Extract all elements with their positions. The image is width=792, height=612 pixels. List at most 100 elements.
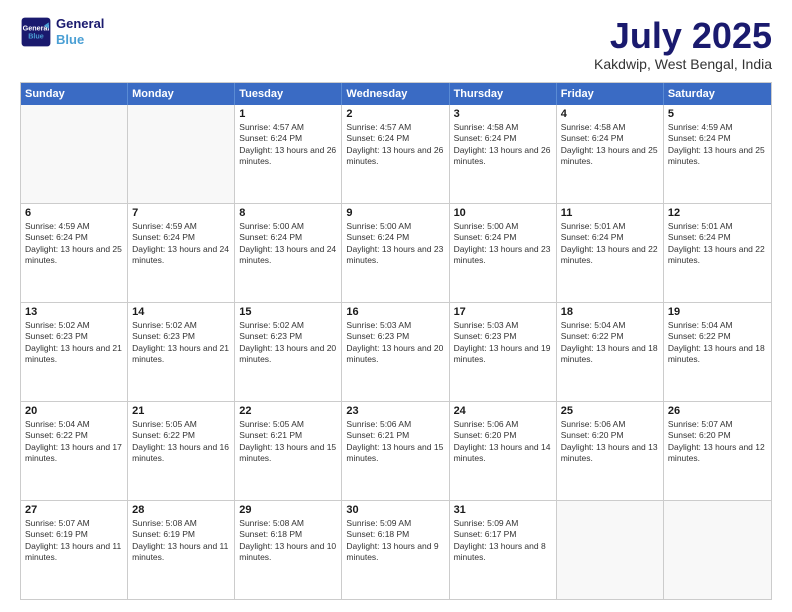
cal-cell: 30Sunrise: 5:09 AMSunset: 6:18 PMDayligh… <box>342 501 449 599</box>
cal-cell: 5 Sunrise: 4:59 AMSunset: 6:24 PMDaylight… <box>664 105 771 203</box>
logo: General Blue General Blue <box>20 16 104 48</box>
cal-cell: 15Sunrise: 5:02 AMSunset: 6:23 PMDayligh… <box>235 303 342 401</box>
week-row-3: 13 Sunrise: 5:02 AMSunset: 6:23 PMDayligh… <box>21 302 771 401</box>
title-area: July 2025 Kakdwip, West Bengal, India <box>594 16 772 72</box>
day-header-tuesday: Tuesday <box>235 83 342 105</box>
cal-cell: 26 Sunrise: 5:07 AMSunset: 6:20 PMDayligh… <box>664 402 771 500</box>
day-number: 18 <box>561 306 659 318</box>
cal-cell <box>664 501 771 599</box>
cal-cell <box>21 105 128 203</box>
cal-cell: 4 Sunrise: 4:58 AMSunset: 6:24 PMDaylight… <box>557 105 664 203</box>
day-number: 8 <box>239 207 337 219</box>
day-header-sunday: Sunday <box>21 83 128 105</box>
cell-info: Sunrise: 5:03 AMSunset: 6:23 PMDaylight:… <box>454 320 552 366</box>
day-number: 14 <box>132 306 230 318</box>
day-number: 11 <box>561 207 659 219</box>
cell-info: Sunrise: 5:08 AMSunset: 6:19 PMDaylight:… <box>132 518 230 564</box>
day-number: 27 <box>25 504 123 516</box>
week-row-2: 6 Sunrise: 4:59 AMSunset: 6:24 PMDaylight… <box>21 203 771 302</box>
cal-cell: 3 Sunrise: 4:58 AMSunset: 6:24 PMDaylight… <box>450 105 557 203</box>
day-header-friday: Friday <box>557 83 664 105</box>
day-number: 26 <box>668 405 767 417</box>
cell-info: Sunrise: 5:01 AMSunset: 6:24 PMDaylight:… <box>668 221 767 267</box>
day-number: 12 <box>668 207 767 219</box>
day-number: 30 <box>346 504 444 516</box>
cal-cell: 17 Sunrise: 5:03 AMSunset: 6:23 PMDayligh… <box>450 303 557 401</box>
cell-info: Sunrise: 4:59 AMSunset: 6:24 PMDaylight:… <box>132 221 230 267</box>
calendar-body: 1 Sunrise: 4:57 AMSunset: 6:24 PMDaylight… <box>21 105 771 599</box>
cal-cell: 27 Sunrise: 5:07 AMSunset: 6:19 PMDayligh… <box>21 501 128 599</box>
cell-info: Sunrise: 4:57 AMSunset: 6:24 PMDaylight:… <box>346 122 444 168</box>
cell-info: Sunrise: 5:05 AMSunset: 6:22 PMDaylight:… <box>132 419 230 465</box>
day-number: 25 <box>561 405 659 417</box>
cal-cell: 18 Sunrise: 5:04 AMSunset: 6:22 PMDayligh… <box>557 303 664 401</box>
cell-info: Sunrise: 5:02 AMSunset: 6:23 PMDaylight:… <box>132 320 230 366</box>
cell-info: Sunrise: 5:02 AMSunset: 6:23 PMDaylight:… <box>25 320 123 366</box>
day-header-saturday: Saturday <box>664 83 771 105</box>
cal-cell <box>557 501 664 599</box>
logo-text: General Blue <box>56 16 104 47</box>
cell-info: Sunrise: 5:07 AMSunset: 6:19 PMDaylight:… <box>25 518 123 564</box>
cal-cell: 22 Sunrise: 5:05 AMSunset: 6:21 PMDayligh… <box>235 402 342 500</box>
cell-info: Sunrise: 5:01 AMSunset: 6:24 PMDaylight:… <box>561 221 659 267</box>
month-title: July 2025 <box>594 16 772 56</box>
day-number: 22 <box>239 405 337 417</box>
cell-info: Sunrise: 4:58 AMSunset: 6:24 PMDaylight:… <box>561 122 659 168</box>
day-number: 9 <box>346 207 444 219</box>
day-number: 31 <box>454 504 552 516</box>
cal-cell: 6 Sunrise: 4:59 AMSunset: 6:24 PMDaylight… <box>21 204 128 302</box>
cell-info: Sunrise: 5:07 AMSunset: 6:20 PMDaylight:… <box>668 419 767 465</box>
day-number: 6 <box>25 207 123 219</box>
page: General Blue General Blue July 2025 Kakd… <box>0 0 792 612</box>
cell-info: Sunrise: 5:02 AMSunset: 6:23 PMDaylight:… <box>239 320 337 366</box>
cal-cell: 20Sunrise: 5:04 AMSunset: 6:22 PMDayligh… <box>21 402 128 500</box>
day-number: 17 <box>454 306 552 318</box>
week-row-5: 27 Sunrise: 5:07 AMSunset: 6:19 PMDayligh… <box>21 500 771 599</box>
svg-text:Blue: Blue <box>28 31 44 40</box>
day-number: 1 <box>239 108 337 120</box>
cal-cell: 1Sunrise: 4:57 AMSunset: 6:24 PMDaylight… <box>235 105 342 203</box>
day-header-monday: Monday <box>128 83 235 105</box>
day-number: 13 <box>25 306 123 318</box>
day-number: 3 <box>454 108 552 120</box>
cell-info: Sunrise: 5:09 AMSunset: 6:17 PMDaylight:… <box>454 518 552 564</box>
day-header-thursday: Thursday <box>450 83 557 105</box>
cell-info: Sunrise: 5:04 AMSunset: 6:22 PMDaylight:… <box>668 320 767 366</box>
calendar-header: SundayMondayTuesdayWednesdayThursdayFrid… <box>21 83 771 105</box>
cell-info: Sunrise: 5:05 AMSunset: 6:21 PMDaylight:… <box>239 419 337 465</box>
cell-info: Sunrise: 4:59 AMSunset: 6:24 PMDaylight:… <box>668 122 767 168</box>
calendar: SundayMondayTuesdayWednesdayThursdayFrid… <box>20 82 772 600</box>
cal-cell: 11 Sunrise: 5:01 AMSunset: 6:24 PMDayligh… <box>557 204 664 302</box>
week-row-4: 20Sunrise: 5:04 AMSunset: 6:22 PMDayligh… <box>21 401 771 500</box>
day-number: 4 <box>561 108 659 120</box>
cell-info: Sunrise: 5:00 AMSunset: 6:24 PMDaylight:… <box>454 221 552 267</box>
day-number: 29 <box>239 504 337 516</box>
cell-info: Sunrise: 5:06 AMSunset: 6:20 PMDaylight:… <box>561 419 659 465</box>
day-number: 24 <box>454 405 552 417</box>
cal-cell: 21 Sunrise: 5:05 AMSunset: 6:22 PMDayligh… <box>128 402 235 500</box>
day-number: 2 <box>346 108 444 120</box>
day-number: 23 <box>346 405 444 417</box>
cal-cell: 9 Sunrise: 5:00 AMSunset: 6:24 PMDaylight… <box>342 204 449 302</box>
cell-info: Sunrise: 4:58 AMSunset: 6:24 PMDaylight:… <box>454 122 552 168</box>
day-number: 10 <box>454 207 552 219</box>
day-number: 16 <box>346 306 444 318</box>
cell-info: Sunrise: 4:59 AMSunset: 6:24 PMDaylight:… <box>25 221 123 267</box>
day-number: 21 <box>132 405 230 417</box>
cell-info: Sunrise: 5:00 AMSunset: 6:24 PMDaylight:… <box>239 221 337 267</box>
day-number: 7 <box>132 207 230 219</box>
location: Kakdwip, West Bengal, India <box>594 56 772 72</box>
header: General Blue General Blue July 2025 Kakd… <box>20 16 772 72</box>
day-number: 5 <box>668 108 767 120</box>
day-number: 28 <box>132 504 230 516</box>
cell-info: Sunrise: 5:04 AMSunset: 6:22 PMDaylight:… <box>561 320 659 366</box>
cell-info: Sunrise: 5:08 AMSunset: 6:18 PMDaylight:… <box>239 518 337 564</box>
cell-info: Sunrise: 5:06 AMSunset: 6:21 PMDaylight:… <box>346 419 444 465</box>
cell-info: Sunrise: 5:00 AMSunset: 6:24 PMDaylight:… <box>346 221 444 267</box>
cal-cell: 31 Sunrise: 5:09 AMSunset: 6:17 PMDayligh… <box>450 501 557 599</box>
cal-cell: 19 Sunrise: 5:04 AMSunset: 6:22 PMDayligh… <box>664 303 771 401</box>
day-number: 19 <box>668 306 767 318</box>
cal-cell: 8 Sunrise: 5:00 AMSunset: 6:24 PMDaylight… <box>235 204 342 302</box>
day-header-wednesday: Wednesday <box>342 83 449 105</box>
cal-cell: 25 Sunrise: 5:06 AMSunset: 6:20 PMDayligh… <box>557 402 664 500</box>
